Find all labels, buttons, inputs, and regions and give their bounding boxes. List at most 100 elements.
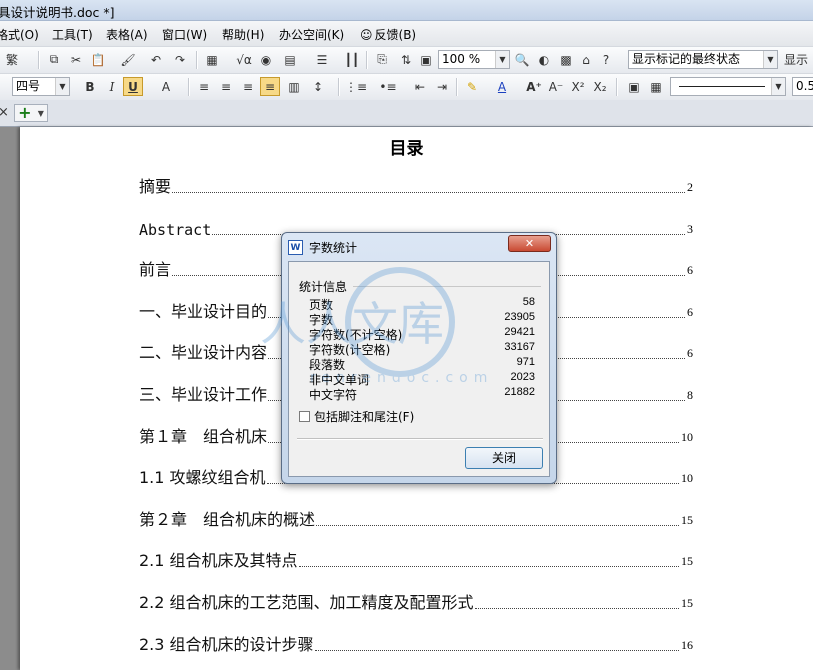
chevron-down-icon: ▼	[37, 108, 44, 118]
include-footnotes-checkbox[interactable]: 包括脚注和尾注(F)	[299, 408, 414, 425]
calculator-icon[interactable]: ▦	[202, 50, 222, 69]
toc-entry[interactable]: 摘要 2	[139, 175, 693, 197]
insert-textbox-icon[interactable]: ▣	[624, 77, 644, 96]
italic-button[interactable]: I	[102, 77, 122, 96]
stat-value: 58	[522, 296, 535, 308]
page-view-icon[interactable]: ▣	[416, 50, 436, 69]
toc-entry-text: 1.1 攻螺纹组合机	[139, 468, 266, 487]
toc-entry[interactable]: 第２章 组合机床的概述 15	[139, 508, 693, 530]
font-color-icon[interactable]: A	[492, 77, 512, 96]
toc-entry[interactable]: 2.2 组合机床的工艺范围、加工精度及配置形式 15	[139, 591, 693, 613]
help-doc-icon[interactable]: ◐	[534, 50, 554, 69]
line-sample	[679, 86, 765, 87]
feedback-icon: ☺	[360, 27, 373, 42]
menu-format[interactable]: 格式(O)	[0, 26, 39, 43]
track-changes-select[interactable]: 显示标记的最终状态 ▼	[628, 50, 778, 69]
toc-entry-page: 15	[681, 554, 693, 568]
group-divider	[353, 286, 541, 287]
bold-button[interactable]: B	[80, 77, 100, 96]
sort-icon[interactable]: ⇅	[396, 50, 416, 69]
distributed-icon[interactable]: ▥	[284, 77, 304, 96]
columns-icon[interactable]: ☰	[312, 50, 332, 69]
toc-entry[interactable]: 2.1 组合机床及其特点 15	[139, 549, 693, 571]
menu-office-space[interactable]: 办公空间(K)	[279, 26, 344, 43]
decrease-indent-icon[interactable]: ⇤	[410, 77, 430, 96]
undo-icon[interactable]: ↶	[146, 50, 166, 69]
globe-icon[interactable]: ◉	[256, 50, 276, 69]
chart-icon[interactable]: ┃┃	[342, 50, 362, 69]
title-bar: 具设计说明书.doc *]	[0, 0, 813, 21]
new-tab-button[interactable]: + ▼	[14, 104, 48, 122]
text-effect-icon[interactable]: A	[156, 77, 176, 96]
formula-icon[interactable]: √α	[234, 50, 254, 69]
toc-leader	[298, 566, 679, 567]
shrink-font-icon[interactable]: A⁻	[546, 77, 566, 96]
toolbar-separator	[338, 78, 340, 96]
toc-leader	[314, 650, 679, 651]
track-mode-value: 显示标记的最终状态	[632, 52, 741, 66]
menu-feedback[interactable]: ☺ 反馈(B)	[360, 26, 416, 43]
menu-help[interactable]: 帮助(H)	[222, 26, 264, 43]
toc-entry-page: 10	[681, 430, 693, 444]
close-icon[interactable]: ×	[0, 105, 9, 120]
toc-entry-page: 10	[681, 471, 693, 485]
bulleted-list-icon[interactable]: •≡	[378, 77, 398, 96]
align-right-icon[interactable]: ≡	[238, 77, 258, 96]
table-icon[interactable]: ▤	[280, 50, 300, 69]
find-icon[interactable]: 🔍	[512, 50, 532, 69]
align-center-icon[interactable]: ≡	[216, 77, 236, 96]
help-icon[interactable]: ?	[596, 50, 616, 69]
font-size-value: 四号	[16, 79, 41, 93]
dialog-title-bar[interactable]: W 字数统计	[288, 239, 357, 256]
toc-entry-text: 摘要	[139, 177, 172, 196]
justify-icon[interactable]: ≡	[260, 77, 280, 96]
font-size-select[interactable]: 四号 ▼	[12, 77, 70, 96]
traditional-chinese-button[interactable]: 繁	[2, 50, 22, 69]
menu-table[interactable]: 表格(A)	[106, 26, 148, 43]
highlight-icon[interactable]: ✎	[462, 77, 482, 96]
close-icon: ✕	[524, 237, 535, 250]
copy-icon[interactable]: ⧉	[44, 50, 64, 69]
menu-window[interactable]: 窗口(W)	[162, 26, 207, 43]
numbered-list-icon[interactable]: ⋮≡	[345, 77, 367, 96]
format-painter-icon[interactable]: 🖌	[118, 50, 138, 69]
redo-icon[interactable]: ↷	[170, 50, 190, 69]
shirt-icon[interactable]: ⌂	[576, 50, 596, 69]
border-icon[interactable]: ▦	[646, 77, 666, 96]
dialog-close-button[interactable]: ✕	[508, 235, 551, 252]
stat-row: 字符数(计空格) 33167	[309, 341, 535, 357]
stat-row: 字数 23905	[309, 311, 535, 327]
toc-entry-text: Abstract	[139, 221, 212, 239]
line-style-select[interactable]: ▼	[670, 77, 786, 96]
line-width-select[interactable]: 0.5	[792, 77, 813, 96]
toc-entry-page: 6	[687, 305, 693, 319]
paste-icon[interactable]: 📋	[88, 50, 108, 69]
menu-tools[interactable]: 工具(T)	[52, 26, 93, 43]
wps-writer-icon: W	[288, 240, 303, 255]
insert-icon[interactable]: ⎘	[372, 50, 392, 69]
toc-entry-page: 6	[687, 346, 693, 360]
word-count-dialog: W 字数统计 ✕ 统计信息 页数 58 字数 23905 字符数(不计空格) 2…	[281, 232, 557, 484]
toolbar-separator	[188, 78, 190, 96]
dialog-body: 统计信息 页数 58 字数 23905 字符数(不计空格) 29421 字符数(…	[288, 261, 550, 477]
show-button[interactable]: 显示	[784, 50, 813, 69]
cut-icon[interactable]: ✂	[66, 50, 86, 69]
toc-entry[interactable]: 2.3 组合机床的设计步骤 16	[139, 633, 693, 655]
superscript-icon[interactable]: X²	[568, 77, 588, 96]
zoom-select[interactable]: 100 % ▼	[438, 50, 510, 69]
window-title: 具设计说明书.doc *]	[0, 5, 115, 20]
briefcase-icon[interactable]: ▩	[556, 50, 576, 69]
close-button[interactable]: 关闭	[465, 447, 543, 469]
grow-font-icon[interactable]: A⁺	[524, 77, 544, 96]
underline-button[interactable]: U	[123, 77, 143, 96]
stat-value: 971	[516, 356, 535, 368]
toc-entry-page: 15	[681, 513, 693, 527]
stat-row: 段落数 971	[309, 356, 535, 372]
align-left-icon[interactable]: ≡	[194, 77, 214, 96]
increase-indent-icon[interactable]: ⇥	[432, 77, 452, 96]
subscript-icon[interactable]: X₂	[590, 77, 610, 96]
toc-title: 目录	[389, 139, 424, 159]
checkbox-box[interactable]	[299, 411, 310, 422]
stat-value: 29421	[504, 326, 535, 338]
line-spacing-icon[interactable]: ↕	[308, 77, 328, 96]
